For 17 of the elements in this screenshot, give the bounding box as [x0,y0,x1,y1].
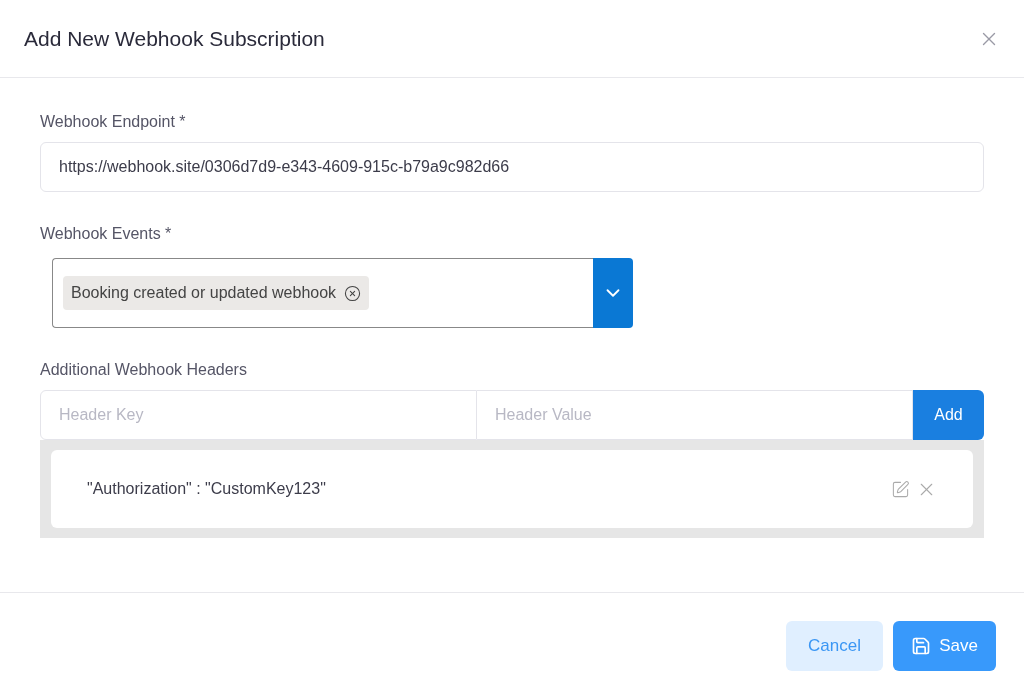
header-text: "Authorization" : "CustomKey123" [87,479,326,499]
field-label: Webhook Events * [40,224,173,244]
dialog-title: Add New Webhook Subscription [24,25,325,52]
header-value-field[interactable]: Header Value [477,390,913,440]
endpoint-field[interactable]: https://webhook.site/0306d7d9-e343-4609-915c-b79a9c982d66 [40,142,984,192]
save-icon [911,635,932,656]
save-button[interactable]: Save [893,620,996,671]
events-select[interactable]: Booking created or updated webhook [52,258,593,328]
event-tag: Booking created or updated webhook [63,276,370,310]
cancel-button[interactable]: Cancel [786,620,883,671]
field-label: Webhook Endpoint * [40,112,187,132]
dropdown-button[interactable] [593,258,633,328]
edit-icon[interactable] [891,479,910,499]
remove-icon[interactable] [344,284,362,302]
field-label: Additional Webhook Headers [40,360,248,380]
add-button[interactable]: Add [913,390,984,440]
header-key-field[interactable]: Header Key [40,390,477,440]
